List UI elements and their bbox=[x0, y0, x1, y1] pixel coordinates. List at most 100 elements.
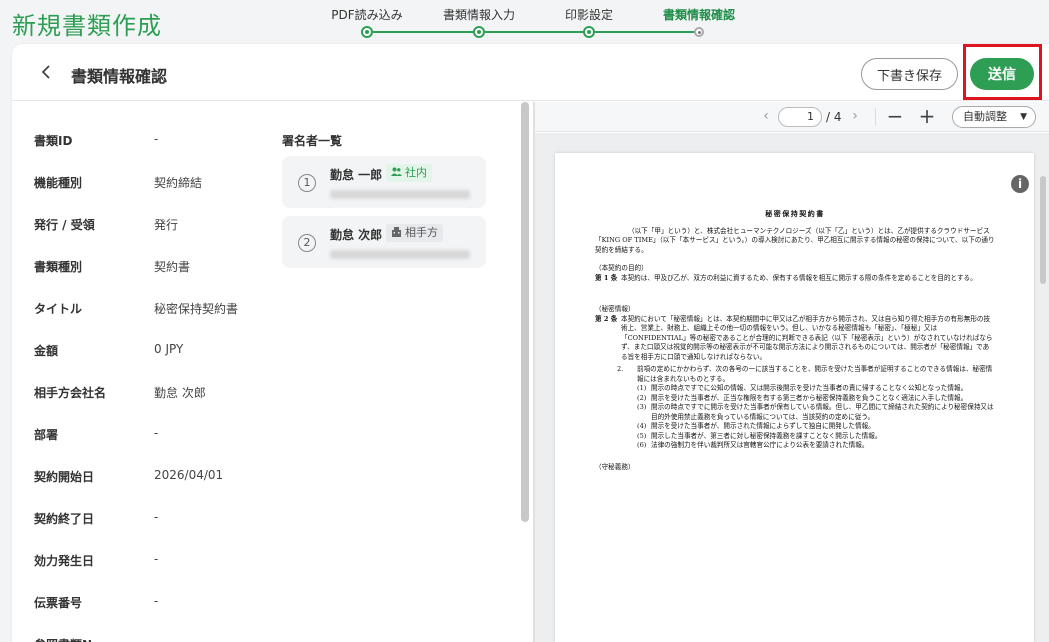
sub-item: (1) 開示の時点ですでに公知の情報、又は開示後開示を受けた当事者の責に帰すること… bbox=[595, 384, 995, 394]
info-label: 金額 bbox=[34, 344, 59, 358]
toolbar-separator bbox=[875, 108, 876, 126]
people-icon bbox=[391, 167, 402, 176]
next-page-icon[interactable]: › bbox=[849, 109, 861, 123]
signer-number: 1 bbox=[298, 174, 316, 192]
info-label: 書類種別 bbox=[34, 260, 83, 274]
article-number: 第 1 条 bbox=[595, 273, 618, 282]
left-scrollbar[interactable] bbox=[521, 102, 529, 522]
info-label: 部署 bbox=[34, 428, 59, 442]
info-value: - bbox=[154, 636, 158, 642]
sub-item: (4) 開示を受けた当事者が、開示された情報によらずして独自に開発した情報。 bbox=[595, 422, 995, 432]
zoom-select[interactable]: 自動調整 ▼ bbox=[952, 106, 1036, 128]
signer-number: 2 bbox=[298, 234, 316, 252]
article-text: 本契約において「秘密情報」とは、本契約期間中に甲又は乙が相手方から開示され、又は… bbox=[621, 314, 993, 361]
pdf-viewer-area: i 秘密保持契約書 （以下「甲」という）と、株式会社ヒューマンテクノロジーズ（以… bbox=[535, 133, 1049, 642]
signer-email-redacted bbox=[330, 190, 470, 199]
sub-item-text: 開示の時点ですでに公知の情報、又は開示後開示を受けた当事者の責に帰することなく公… bbox=[651, 384, 968, 392]
page-title: 書類情報確認 bbox=[71, 67, 168, 86]
article: 第 1 条 本契約は、甲及び乙が、双方の利益に資するため、保有する情報を相互に開… bbox=[595, 274, 995, 284]
sub-item-number: (4) bbox=[637, 422, 647, 430]
page-total: / 4 bbox=[826, 110, 842, 124]
info-value: 2026/04/01 bbox=[154, 468, 224, 482]
signer-name: 勤怠 一郎 bbox=[330, 168, 383, 182]
dropdown-caret-icon: ▼ bbox=[1020, 112, 1027, 122]
sub-item-text: 法律の強制力を伴い裁判所又は官轄官公庁により公表を要請された情報。 bbox=[651, 441, 869, 449]
signer-email-redacted bbox=[330, 250, 470, 259]
signers-title: 署名者一覧 bbox=[282, 134, 343, 148]
sub-item: (6) 法律の強制力を伴い裁判所又は官轄官公庁により公表を要請された情報。 bbox=[595, 441, 995, 451]
card-header: 書類情報確認 下書き保存 送信 bbox=[12, 44, 1049, 101]
pdf-page: i 秘密保持契約書 （以下「甲」という）と、株式会社ヒューマンテクノロジーズ（以… bbox=[555, 153, 1034, 642]
article-item: 2. 前項の定めにかかわらず、次の各号の一に該当することを、開示を受けた当事者が… bbox=[595, 365, 995, 384]
signer-tag-label: 相手方 bbox=[405, 226, 438, 239]
info-label: 機能種別 bbox=[34, 176, 83, 190]
sub-item-text: 開示を受けた当事者が、開示された情報によらずして独自に開発した情報。 bbox=[651, 422, 875, 430]
info-value: 0 JPY bbox=[154, 342, 184, 356]
info-value: 秘密保持契約書 bbox=[154, 302, 239, 316]
step-dot-seal bbox=[583, 26, 595, 38]
info-label: 伝票番号 bbox=[34, 596, 83, 610]
zoom-select-label: 自動調整 bbox=[963, 110, 1007, 123]
article-number: 第 2 条 bbox=[595, 314, 618, 323]
info-value: 勤怠 次郎 bbox=[154, 386, 206, 400]
step-dot-pdf bbox=[361, 26, 373, 38]
document-intro: （以下「甲」という）と、株式会社ヒューマンテクノロジーズ（以下「乙」という）とは… bbox=[595, 226, 995, 254]
app-title: 新規書類作成 bbox=[12, 12, 162, 40]
signer-name: 勤怠 次郎 bbox=[330, 228, 383, 242]
signer-tag-internal: 社内 bbox=[386, 164, 432, 182]
document-content: 秘密保持契約書 （以下「甲」という）と、株式会社ヒューマンテクノロジーズ（以下「… bbox=[595, 209, 995, 472]
save-draft-button[interactable]: 下書き保存 bbox=[861, 58, 958, 90]
info-label: 契約開始日 bbox=[34, 470, 95, 484]
info-label: 発行 / 受領 bbox=[34, 218, 95, 232]
document-info-panel: 書類ID - 機能種別 契約締結発行 / 受領 発行書類種別 契約書タイトル 秘密保持契約書… bbox=[12, 102, 533, 642]
signer-tag-partner: 相手方 bbox=[386, 224, 443, 242]
viewer-scrollbar[interactable] bbox=[1040, 176, 1046, 284]
signer-tag-label: 社内 bbox=[405, 166, 427, 179]
info-value: 契約締結 bbox=[154, 176, 203, 190]
building-icon bbox=[392, 227, 401, 237]
zoom-out-icon[interactable]: − bbox=[884, 105, 906, 127]
step-label-confirm: 書類情報確認 bbox=[662, 8, 736, 22]
section-heading: （守秘義務） bbox=[595, 462, 635, 471]
info-label: 書類ID bbox=[34, 134, 73, 148]
section-heading: （本契約の目的） bbox=[595, 264, 648, 272]
info-value: 契約書 bbox=[154, 260, 191, 274]
item-number: 2. bbox=[617, 365, 624, 373]
sub-item: (5) 開示した当事者が、第三者に対し秘密保持義務を課すことなく開示した情報。 bbox=[595, 432, 995, 442]
info-value: - bbox=[154, 594, 159, 608]
section-heading: （秘密情報） bbox=[595, 305, 635, 313]
step-label-info-input: 書類情報入力 bbox=[442, 8, 516, 22]
info-value: - bbox=[154, 426, 159, 440]
sub-item-text: 開示を受けた当事者が、正当な権限を有する第三者から秘密保持義務を負うことなく適法… bbox=[651, 393, 968, 402]
info-value: 発行 bbox=[154, 218, 179, 232]
stepper-line bbox=[367, 31, 699, 33]
sub-item-number: (6) bbox=[637, 441, 647, 449]
info-label: 参照書類No bbox=[34, 636, 144, 642]
prev-page-icon[interactable]: ‹ bbox=[760, 109, 772, 123]
info-label: タイトル bbox=[34, 302, 83, 316]
back-chevron-icon[interactable] bbox=[39, 64, 55, 80]
sub-item-number: (2) bbox=[637, 393, 647, 402]
info-icon[interactable]: i bbox=[1011, 175, 1029, 193]
step-dot-confirm bbox=[694, 27, 704, 37]
sub-item-number: (3) bbox=[637, 403, 647, 411]
sub-item: (2) 開示を受けた当事者が、正当な権限を有する第三者から秘密保持義務を負うことな… bbox=[595, 394, 995, 404]
item-text: 前項の定めにかかわらず、次の各号の一に該当することを、開示を受けた当事者が証明す… bbox=[637, 365, 993, 383]
info-label: 契約終了日 bbox=[34, 512, 95, 526]
step-label-pdf: PDF読み込み bbox=[331, 8, 403, 22]
info-value: - bbox=[154, 132, 159, 146]
signer-card: 2 勤怠 次郎 相手方 bbox=[282, 216, 486, 268]
sub-item-number: (5) bbox=[637, 431, 647, 440]
signer-card: 1 勤怠 一郎 社内 bbox=[282, 156, 486, 208]
pdf-viewer-toolbar: ‹ 1 / 4 › − + 自動調整 ▼ bbox=[535, 102, 1049, 132]
page-number-input[interactable]: 1 bbox=[778, 107, 822, 127]
info-label: 効力発生日 bbox=[34, 554, 95, 568]
article-text: 本契約は、甲及び乙が、双方の利益に資するため、保有する情報を相互に開示する際の条… bbox=[621, 273, 977, 282]
zoom-in-icon[interactable]: + bbox=[916, 105, 938, 127]
info-value: - bbox=[154, 510, 159, 524]
document-title: 秘密保持契約書 bbox=[765, 209, 825, 218]
info-value: - bbox=[154, 552, 159, 566]
send-button[interactable]: 送信 bbox=[970, 58, 1034, 90]
sub-item-text: 開示した当事者が、第三者に対し秘密保持義務を課すことなく開示した情報。 bbox=[651, 431, 882, 440]
sub-item-number: (1) bbox=[637, 384, 647, 392]
